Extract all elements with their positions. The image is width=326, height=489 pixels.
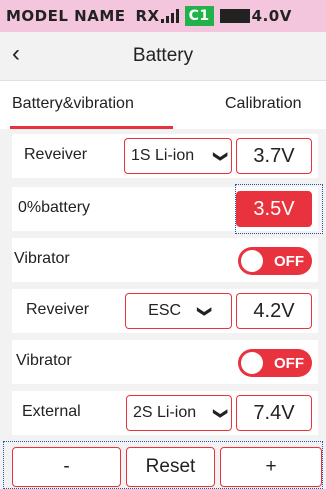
receiver-voltage-value[interactable]: 3.7V [236,138,312,174]
row-label: Reveiver [26,301,90,318]
header: ‹ Battery [0,38,326,74]
esc-voltage-value[interactable]: 4.2V [236,293,312,329]
row-label: 0%battery [18,199,91,216]
tab-calibration[interactable]: Calibration [225,95,301,113]
row-label: Reveiver [24,146,88,163]
signal-icon [160,9,179,23]
external-battery-row: External 2S Li-ion ❯ 7.4V [12,391,318,435]
chevron-down-icon: ❯ [213,407,230,419]
toggle-state: OFF [274,355,304,372]
decrement-button[interactable]: - [12,447,121,487]
channel-badge: C1 [184,6,214,26]
model-name: MODEL NAME [6,7,126,25]
page-title: Battery [132,45,194,66]
receiver-battery-type-select[interactable]: 1S Li-ion ❯ [124,138,232,174]
row-label: Vibrator [16,352,72,369]
vibrator-row-2: Vibrator OFF [12,340,318,384]
status-bar: MODEL NAME RX C1 4.0V [0,0,326,32]
tab-bar: Battery&vibration Calibration [0,80,326,129]
vibrator-toggle[interactable]: OFF [238,247,312,275]
select-value: ESC [148,302,182,319]
toggle-knob [241,352,263,374]
focus-outline [235,184,323,234]
active-tab-indicator [10,126,173,129]
row-label: External [22,403,81,420]
chevron-down-icon: ❯ [197,305,214,317]
receiver-esc-type-select[interactable]: ESC ❯ [125,293,232,329]
toggle-knob [241,250,263,272]
select-value: 1S Li-ion [131,147,195,164]
battery-icon [219,9,250,23]
vibrator-toggle-2[interactable]: OFF [238,349,312,377]
external-voltage-value[interactable]: 7.4V [236,395,312,431]
increment-button[interactable]: + [220,447,322,487]
toggle-state: OFF [274,253,304,270]
battery-voltage: 4.0V [251,7,292,25]
external-battery-type-select[interactable]: 2S Li-ion ❯ [126,395,232,431]
row-label: Vibrator [14,250,70,267]
reset-button[interactable]: Reset [126,447,215,487]
receiver-esc-row: Reveiver ESC ❯ 4.2V [12,289,318,333]
tab-battery-vibration[interactable]: Battery&vibration [12,95,134,113]
select-value: 2S Li-ion [133,404,197,421]
receiver-battery-row: Reveiver 1S Li-ion ❯ 3.7V [12,134,318,178]
vibrator-row: Vibrator OFF [12,238,318,282]
rx-label: RX [135,7,160,25]
chevron-down-icon: ❯ [213,150,230,162]
